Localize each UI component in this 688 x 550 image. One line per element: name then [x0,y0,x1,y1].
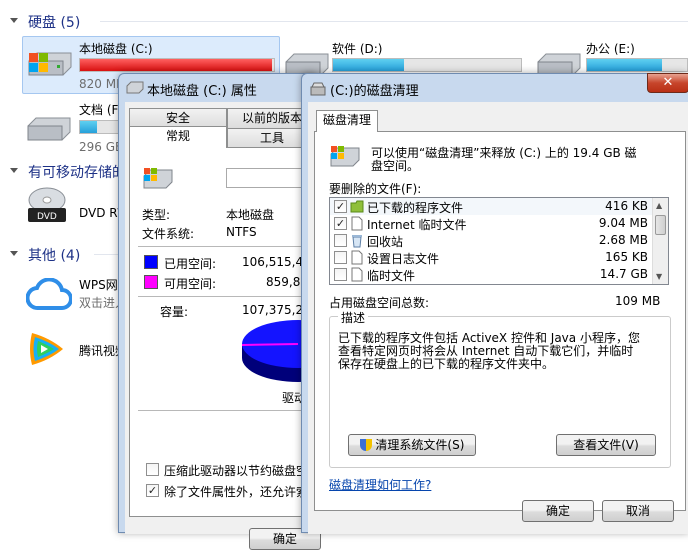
type-label: 类型: [142,208,171,222]
description-title: 描述 [338,309,369,326]
dvd-drive-icon: DVD [28,187,66,222]
file-category-name: 临时文件 [367,269,416,283]
used-space-value: 106,515,4 [242,255,304,269]
file-category-size: 416 KB [605,199,648,213]
used-space-label: 已用空间: [164,257,217,271]
cleanup-body: 磁盘清理 可以使用“磁盘清理”来释放 (C:) 上的 19.4 GB 磁 盘空间… [308,102,688,534]
filesystem-value: NTFS [226,225,257,239]
capacity-label: 容量: [160,305,189,319]
drive-name-e[interactable]: 办公 (E:) [586,40,635,57]
file-category-name: Internet 临时文件 [367,218,467,232]
svg-text:DVD: DVD [37,212,57,222]
properties-body: 安全 以前的版本 常规 工具 类型: 本地磁盘 文件系统: NTFS 已用空间:… [125,102,326,550]
scroll-down-icon[interactable]: ▼ [656,272,662,281]
file-checkbox[interactable] [334,251,347,264]
compress-label: 压缩此驱动器以节约磁盘空 [164,464,309,478]
how-does-cleanup-work-link[interactable]: 磁盘清理如何工作? [329,476,431,493]
collapse-arrow-icon[interactable] [10,251,18,256]
free-space-value: 859,8 [266,275,301,289]
file-category-name: 设置日志文件 [367,252,440,266]
file-checkbox[interactable]: ✓ [334,200,347,213]
cleanup-title: (C:)的磁盘清理 [330,84,419,99]
drive-usage-bar-c [79,58,275,72]
free-space-label: 可用空间: [164,277,217,291]
cleanup-ok-button[interactable]: 确定 [522,500,594,522]
free-space-swatch [144,275,158,289]
view-files-button[interactable]: 查看文件(V) [556,434,656,456]
collapse-arrow-icon[interactable] [10,18,18,23]
file-list-row[interactable]: ✓ Internet 临时文件 9.04 MB [330,215,652,232]
file-icon [350,216,364,231]
drive-name-d[interactable]: 软件 (D:) [332,40,382,57]
disk-cleanup-icon [310,82,326,96]
hard-drive-icon [27,117,71,141]
properties-title: 本地磁盘 (C:) 属性 [147,84,257,99]
used-space-swatch [144,255,158,269]
file-list-row[interactable]: 回收站 2.68 MB [330,232,652,249]
files-list: ✓ 已下载的程序文件 416 KB ✓ Internet 临时文件 9.04 MB 回收站 2… [329,197,669,285]
files-to-delete-label: 要删除的文件(F): [329,182,422,196]
close-icon: ✕ [662,75,674,90]
total-space-value: 109 MB [615,294,661,308]
index-label: 除了文件属性外，还允许索 [164,485,309,499]
file-category-size: 165 KB [605,250,648,264]
scroll-up-icon[interactable]: ▲ [656,201,662,210]
description-group: 描述 已下载的程序文件包括 ActiveX 控件和 Java 小程序，您 查看特… [329,309,671,468]
file-category-size: 14.7 GB [599,267,648,281]
properties-dialog: 本地磁盘 (C:) 属性 安全 以前的版本 常规 工具 类型: 本地磁盘 文件系… [118,73,326,550]
drive-usage-bar-e [586,58,688,72]
uac-shield-icon [359,439,372,451]
file-checkbox[interactable]: ✓ [334,217,347,230]
file-icon [350,267,364,282]
filesystem-label: 文件系统: [142,227,195,241]
file-category-name: 回收站 [367,235,404,249]
tencent-video-icon [30,333,63,365]
index-checkbox[interactable]: ✓ [146,484,159,497]
file-checkbox[interactable] [334,268,347,281]
cleanup-cancel-button[interactable]: 取消 [602,500,674,522]
general-panel: 类型: 本地磁盘 文件系统: NTFS 已用空间: 106,515,4 可用空间… [129,147,326,517]
hard-drive-icon [28,52,72,76]
clean-system-files-button[interactable]: 清理系统文件(S) [348,434,476,456]
compress-checkbox[interactable] [146,463,159,476]
disk-cleanup-dialog: (C:)的磁盘清理 ✕ 磁盘清理 可以使用“磁盘清理”来释放 (C:) 上的 1… [301,73,688,534]
drive-usage-bar-d [332,58,522,72]
divider [138,246,318,247]
folder-icon [350,199,364,214]
collapse-arrow-icon[interactable] [10,168,18,173]
capacity-value: 107,375,2 [242,303,304,317]
close-button[interactable]: ✕ [647,73,688,93]
group-title-other: 其他 (4) [28,248,81,264]
drive-small-icon [126,81,144,94]
cloud-icon [26,278,72,310]
file-category-size: 2.68 MB [598,233,648,247]
file-icon [350,250,364,265]
cleanup-intro-line2: 盘空间。 [371,159,420,173]
divider [138,296,318,297]
cleanup-panel: 可以使用“磁盘清理”来释放 (C:) 上的 19.4 GB 磁 盘空间。 要删除… [314,131,686,511]
group-title-hard-disks: 硬盘 (5) [28,15,81,31]
clean-system-files-label: 清理系统文件(S) [375,438,465,452]
file-list-row[interactable]: 临时文件 14.7 GB [330,266,652,283]
description-line3: 保存在硬盘上的已下载的程序文件夹中。 [338,357,555,371]
file-category-size: 9.04 MB [598,216,648,230]
file-category-name: 已下载的程序文件 [367,201,464,215]
disk-cleanup-icon [330,146,360,167]
list-scrollbar[interactable]: ▲ ▼ [652,198,668,284]
tab-security[interactable]: 安全 [129,108,227,128]
file-list-row[interactable]: 设置日志文件 165 KB [330,249,652,266]
drive-name-c: 本地磁盘 (C:) [79,42,153,56]
type-value: 本地磁盘 [226,208,275,222]
tab-general[interactable]: 常规 [129,126,227,148]
recycle-icon [350,233,364,248]
group-divider [100,21,688,22]
divider [138,410,318,411]
file-checkbox[interactable] [334,234,347,247]
file-list-row[interactable]: ✓ 已下载的程序文件 416 KB [330,198,652,215]
scroll-thumb[interactable] [655,215,666,235]
hard-drive-icon [143,168,173,189]
tab-disk-cleanup[interactable]: 磁盘清理 [316,110,378,132]
